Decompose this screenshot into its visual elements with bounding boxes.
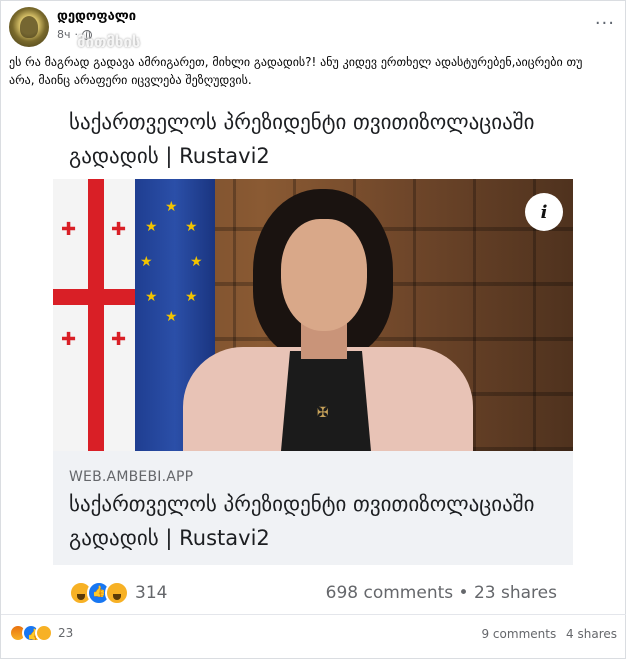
link-preview-box[interactable]: WEB.AMBEBI.APP საქართველოს პრეზიდენტი თვ… xyxy=(53,451,573,565)
post-shares[interactable]: 4 shares xyxy=(566,627,617,641)
wow-icon xyxy=(105,581,129,605)
shared-post-stats: 314 698 comments • 23 shares xyxy=(53,579,573,609)
facebook-post: დედოფალი 8ч · მითმხის ··· ეს რა მაგრად გ… xyxy=(0,0,626,659)
cross-pendant-icon: ✠ xyxy=(317,405,329,421)
post-time[interactable]: 8ч xyxy=(57,28,71,41)
shared-headline-top[interactable]: საქართველოს პრეზიდენტი თვითიზოლაციაში გა… xyxy=(53,103,573,175)
avatar[interactable] xyxy=(9,7,49,47)
watermark: მითმხის xyxy=(77,33,141,51)
article-photo[interactable]: ✚ ✚ ✚ ✚ ★ ★ ★ ★ ★ ★ ★ ★ ✠ i xyxy=(53,179,573,451)
person-face xyxy=(281,219,367,331)
shared-link-card[interactable]: საქართველოს პრეზიდენტი თვითიზოლაციაში გა… xyxy=(53,103,573,565)
author-name[interactable]: დედოფალი xyxy=(57,9,136,24)
post-reactions[interactable]: 23 xyxy=(9,624,73,642)
post-comments[interactable]: 9 comments xyxy=(481,627,556,641)
post-stats: 23 9 comments 4 shares xyxy=(9,624,619,648)
link-headline[interactable]: საქართველოს პრეზიდენტი თვითიზოლაციაში გა… xyxy=(53,485,573,557)
post-caption: ეს რა მაგრად გადავა ამრიგარეთ, მიხლი გად… xyxy=(9,55,583,87)
divider xyxy=(1,614,626,615)
sad-icon xyxy=(35,624,53,642)
separator-dot: • xyxy=(458,583,469,603)
info-icon[interactable]: i xyxy=(525,193,563,231)
shared-comments[interactable]: 698 comments xyxy=(326,583,453,603)
shared-shares[interactable]: 23 shares xyxy=(474,583,557,603)
georgian-flag: ✚ ✚ ✚ ✚ xyxy=(53,179,138,451)
post-reaction-count[interactable]: 23 xyxy=(58,626,73,640)
shared-comments-shares: 698 comments • 23 shares xyxy=(326,583,557,603)
post-comments-shares: 9 comments 4 shares xyxy=(475,627,617,641)
shared-reaction-count[interactable]: 314 xyxy=(135,583,167,603)
shared-reactions[interactable]: 314 xyxy=(69,581,167,605)
more-options-icon[interactable]: ··· xyxy=(595,13,615,34)
person-top xyxy=(281,351,371,451)
link-domain: WEB.AMBEBI.APP xyxy=(69,469,194,485)
post-header: დედოფალი 8ч · მითმხის ··· xyxy=(9,7,619,51)
